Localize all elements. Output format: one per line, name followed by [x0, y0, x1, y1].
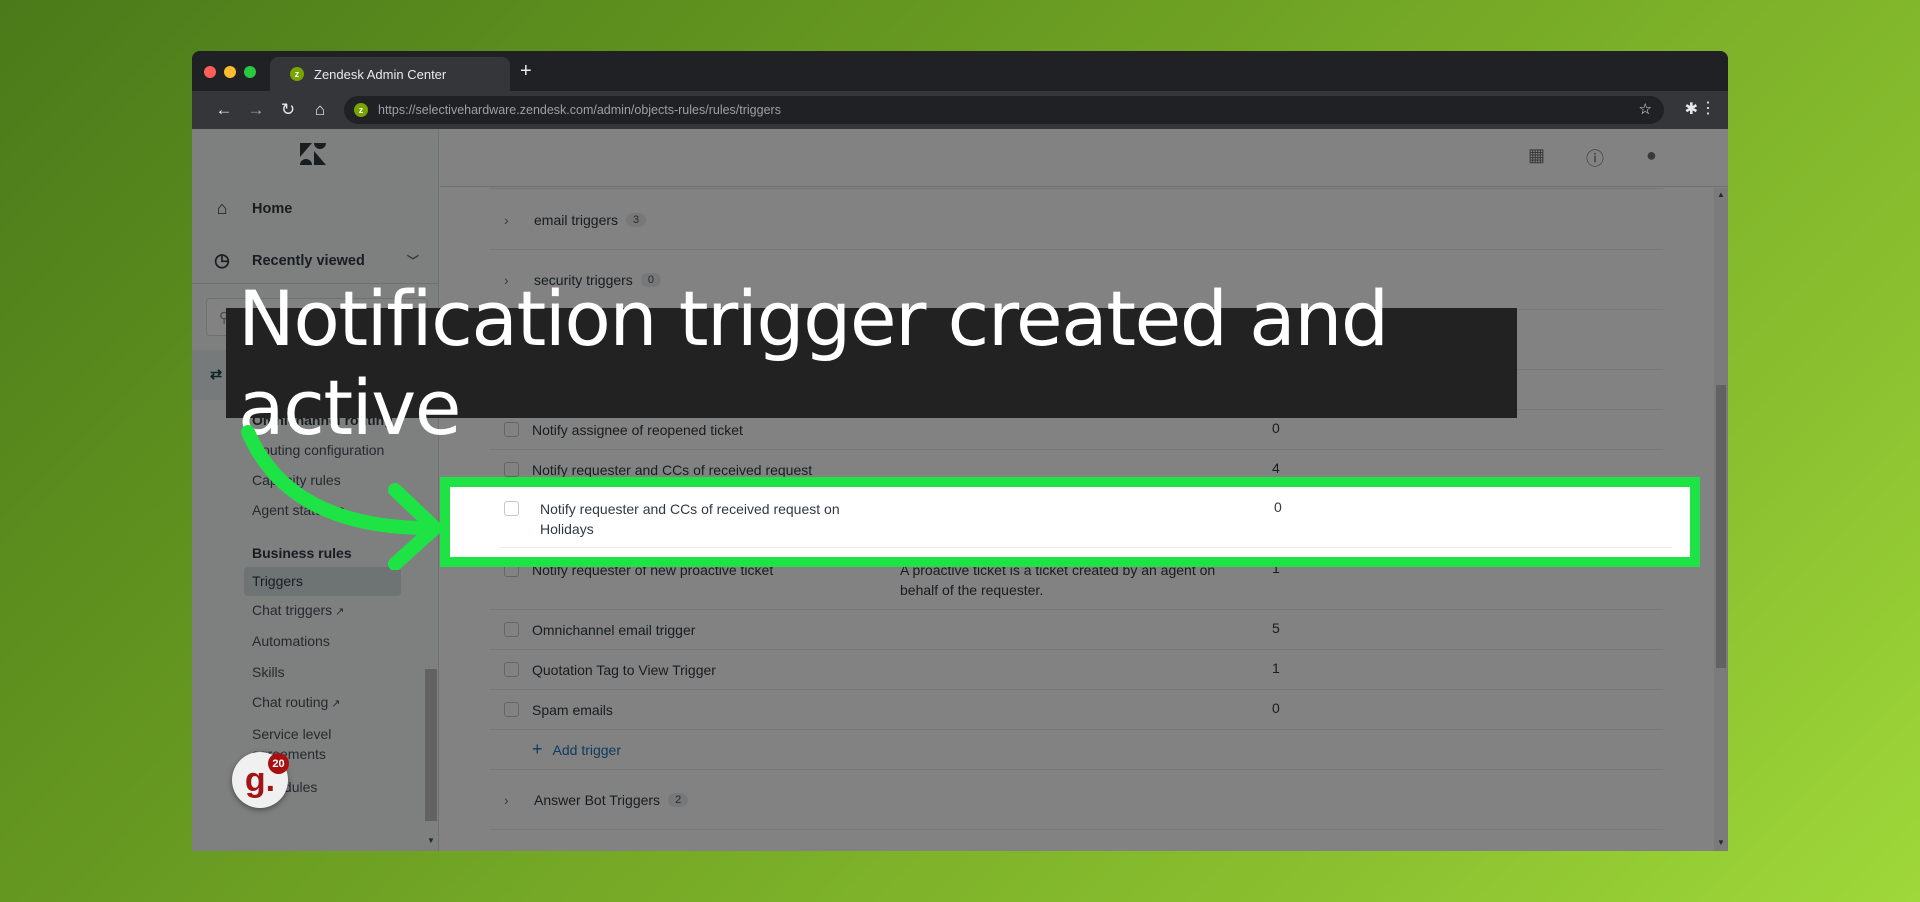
- forward-icon[interactable]: →: [240, 100, 272, 120]
- notification-count-badge: 20: [268, 753, 289, 774]
- annotation-banner: Notification trigger created and active: [226, 274, 1517, 452]
- address-bar[interactable]: z https://selectivehardware.zendesk.com/…: [344, 96, 1664, 124]
- trigger-usage: 0: [1274, 499, 1282, 515]
- bookmark-star-icon[interactable]: ☆: [1639, 100, 1652, 118]
- row-checkbox[interactable]: [504, 501, 519, 516]
- minimize-window-button[interactable]: [224, 66, 236, 78]
- highlighted-trigger-row[interactable]: Notify requester and CCs of received req…: [440, 477, 1700, 567]
- trigger-name[interactable]: Notify requester and CCs of received req…: [540, 499, 870, 539]
- url-text: https://selectivehardware.zendesk.com/ad…: [378, 103, 781, 117]
- tab-bar: z Zendesk Admin Center +: [192, 51, 1728, 91]
- site-favicon-icon: z: [354, 103, 368, 117]
- back-icon[interactable]: ←: [208, 100, 240, 120]
- close-window-button[interactable]: [204, 66, 216, 78]
- zendesk-favicon-icon: z: [290, 67, 304, 81]
- annotation-arrow-icon: [241, 425, 442, 570]
- extensions-puzzle-icon[interactable]: ✱: [1685, 99, 1698, 119]
- new-tab-button[interactable]: +: [520, 60, 532, 83]
- browser-toolbar: ← → ↻ ⌂ z https://selectivehardware.zend…: [192, 91, 1728, 129]
- home-icon[interactable]: ⌂: [304, 100, 336, 120]
- tab-title: Zendesk Admin Center: [314, 66, 447, 82]
- browser-menu-icon[interactable]: ⋮: [1700, 98, 1716, 118]
- maximize-window-button[interactable]: [244, 66, 256, 78]
- reload-icon[interactable]: ↻: [272, 100, 304, 120]
- browser-tab[interactable]: z Zendesk Admin Center: [270, 57, 510, 91]
